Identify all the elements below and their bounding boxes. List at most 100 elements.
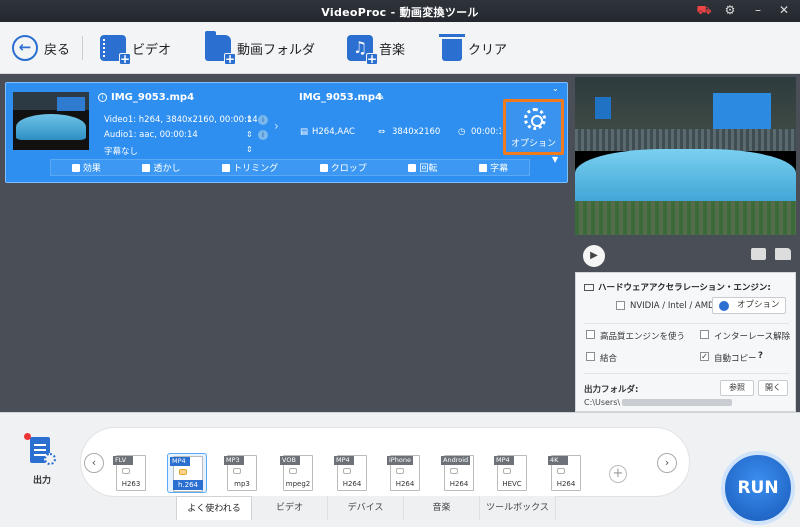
format-codec: mpeg2 [285, 480, 311, 488]
video-track-dropdown-icon[interactable]: ⇕ [246, 115, 253, 124]
format-tray: FLV H263 MP4 h.264 MP3 mp3 VOB mpeg2 MP4 H264… [80, 427, 690, 497]
format-mp4-hevc[interactable]: MP4 HEVC [492, 453, 532, 493]
expand-triangle-icon[interactable]: ▼ [552, 155, 558, 164]
clock-icon: ◷ [458, 127, 466, 137]
hq-engine-checkbox[interactable] [586, 330, 595, 339]
video-track-info: Video1: h264, 3840x2160, 00:00:14 [104, 115, 258, 125]
codec-options-button[interactable]: オプション [503, 99, 564, 155]
tab-toolbox[interactable]: ツールボックス [480, 496, 556, 520]
subtitle-track-info: 字幕なし [104, 147, 139, 157]
add-video-button[interactable]: + ビデオ [100, 34, 171, 65]
settings-gear-icon[interactable]: ⚙ [722, 2, 738, 18]
video-track-info-button[interactable]: i [258, 115, 268, 125]
close-icon[interactable]: ✕ [776, 2, 792, 18]
tab-popular[interactable]: よく使われる [176, 496, 252, 520]
format-icon [503, 468, 511, 474]
subtitle-tool[interactable]: 字幕 [479, 161, 508, 174]
collapse-chevron-icon[interactable]: ⌄ [552, 84, 559, 93]
browse-button[interactable]: 参照 [720, 380, 754, 396]
info-icon[interactable]: i [98, 93, 107, 102]
format-mp3[interactable]: MP3 mp3 [222, 453, 262, 493]
file-list: i IMG_9053.mp4 Video1: h264, 3840x2160, … [0, 75, 570, 412]
tab-device[interactable]: デバイス [328, 496, 404, 520]
subtitle-label: 字幕 [490, 164, 509, 174]
format-tag: 4K [548, 456, 568, 465]
merge-checkbox[interactable] [586, 352, 595, 361]
arrow-icon: › [274, 119, 279, 133]
format-android-h264[interactable]: Android H264 [439, 453, 479, 493]
format-icon [557, 468, 565, 474]
format-codec: H264 [342, 480, 362, 488]
auto-copy-help-icon[interactable]: ? [758, 351, 763, 361]
format-codec: H263 [121, 480, 141, 488]
format-iphone-h264[interactable]: iPhone H264 [385, 453, 425, 493]
open-snapshot-folder-icon[interactable] [775, 248, 791, 260]
output-profile-button[interactable]: 出力 [22, 433, 62, 486]
back-label: 戻る [44, 42, 71, 58]
add-format-plus-icon[interactable]: + [609, 465, 627, 483]
main-toolbar: ← 戻る + ビデオ + 動画フォルダ ♫ + 音楽 クリア [0, 22, 800, 74]
output-folder-label: 出力フォルダ: [584, 385, 639, 395]
watermark-label: 透かし [153, 164, 181, 174]
rotate-tool[interactable]: 回転 [408, 161, 437, 174]
magic-wand-icon [71, 163, 80, 172]
auto-copy-checkbox[interactable]: ✓ [700, 352, 709, 361]
crop-tool[interactable]: クロップ [319, 161, 367, 174]
hw-options-button[interactable]: オプション [712, 297, 786, 314]
settings-panel: ハードウェアアクセラレーション・エンジン: NVIDIA / Intel / A… [575, 272, 796, 412]
output-path: C:\Users\ [584, 398, 733, 407]
open-folder-button[interactable]: 開く [758, 380, 788, 396]
snapshot-camera-icon[interactable] [751, 248, 766, 260]
format-codec: H264 [395, 480, 415, 488]
format-vob-mpeg2[interactable]: VOB mpeg2 [278, 453, 318, 493]
tab-music[interactable]: 音楽 [404, 496, 480, 520]
clear-label: クリア [468, 42, 508, 58]
cart-icon[interactable]: ⛟ [696, 2, 712, 18]
format-mp4-h264-selected[interactable]: MP4 h.264 [167, 453, 207, 493]
add-folder-button[interactable]: + 動画フォルダ [205, 31, 315, 65]
watermark-tool[interactable]: 透かし [142, 161, 180, 174]
format-mp4-h264[interactable]: MP4 H264 [332, 453, 372, 493]
deinterlace-checkbox[interactable] [700, 330, 709, 339]
scroll-left-icon[interactable]: ‹ [84, 453, 104, 473]
add-music-label: 音楽 [379, 42, 406, 58]
trim-tool[interactable]: トリミング [222, 161, 278, 174]
film-icon: + [100, 35, 131, 65]
audio-track-info: Audio1: aac, 00:00:14 [104, 130, 198, 140]
audio-track-dropdown-icon[interactable]: ⇕ [246, 130, 253, 139]
scroll-right-icon[interactable]: › [657, 453, 677, 473]
add-music-button[interactable]: ♫ + 音楽 [347, 34, 406, 65]
auto-copy-label: 自動コピー [714, 354, 757, 364]
format-flv-h263[interactable]: FLV H263 [111, 453, 151, 493]
format-tag: Android [441, 456, 471, 465]
film-strip-icon: ▤ [300, 127, 309, 137]
toolbar-divider [82, 36, 83, 60]
video-item[interactable]: i IMG_9053.mp4 Video1: h264, 3840x2160, … [5, 82, 568, 183]
run-button[interactable]: RUN [721, 451, 795, 525]
audio-track-info-button[interactable]: i [258, 130, 268, 140]
output-duration: 00:00:14 [471, 127, 501, 137]
tab-video[interactable]: ビデオ [252, 496, 328, 520]
nvidia-intel-amd-checkbox[interactable] [616, 301, 625, 310]
format-icon [179, 469, 187, 475]
chip-icon [584, 284, 594, 291]
rename-pencil-icon[interactable]: ✎ [377, 93, 385, 103]
format-tag: FLV [113, 456, 133, 465]
back-button[interactable]: ← 戻る [12, 34, 70, 62]
output-resolution: 3840x2160 [392, 127, 441, 137]
music-note-icon: ♫ + [347, 35, 378, 65]
preview-controls: ▶ [575, 240, 796, 270]
format-tag: MP4 [334, 456, 354, 465]
play-button[interactable]: ▶ [583, 245, 605, 267]
output-file-name[interactable]: IMG_9053.mp4 [299, 92, 382, 103]
effects-tool[interactable]: 効果 [71, 161, 101, 174]
subtitle-dropdown-icon[interactable]: ⇕ [246, 145, 253, 154]
minimize-icon[interactable]: – [750, 2, 766, 18]
clear-button[interactable]: クリア [439, 34, 508, 62]
merge-label: 結合 [600, 354, 618, 364]
scissors-icon [222, 163, 231, 172]
video-thumbnail[interactable] [13, 92, 89, 150]
format-4k-h264[interactable]: 4K H264 [546, 453, 586, 493]
crop-label: クロップ [330, 164, 367, 174]
effects-label: 効果 [82, 164, 101, 174]
